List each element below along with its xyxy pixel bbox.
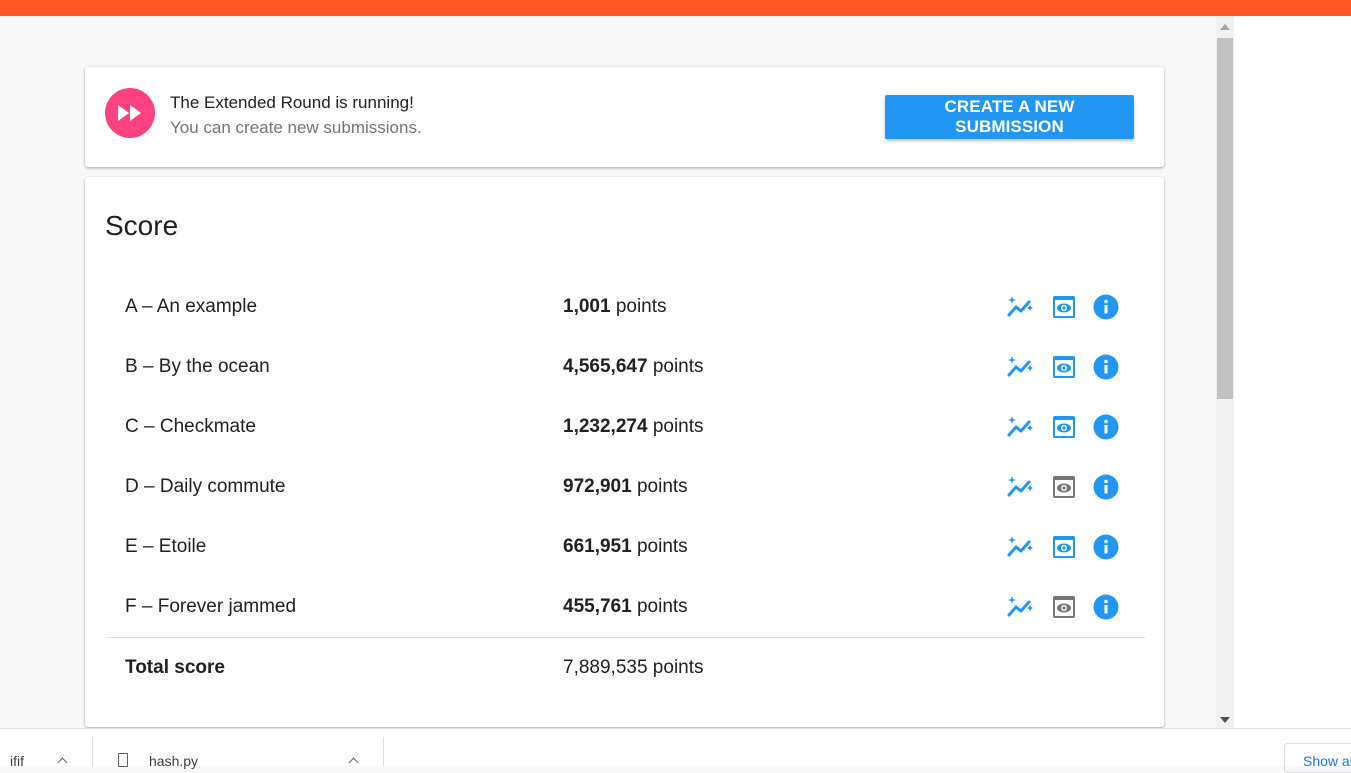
page-margin [1234,16,1351,728]
chart-sparkle-icon[interactable] [1007,353,1035,381]
eye-icon[interactable] [1050,353,1078,381]
info-icon[interactable] [1092,413,1120,441]
problem-name: C – Checkmate [125,416,256,437]
round-status-banner: The Extended Round is running! You can c… [85,67,1164,167]
chart-sparkle-icon[interactable] [1007,473,1035,501]
downloads-bar: ifif hash.py Show all [0,728,1351,773]
points-unit: points [636,536,688,557]
scroll-up-arrow[interactable] [1220,24,1230,30]
score-card: Score A – An example 1,001 points B – By t… [85,177,1164,727]
info-icon[interactable] [1092,293,1120,321]
eye-icon[interactable] [1050,533,1078,561]
top-accent-bar [0,0,1351,16]
score-row: F – Forever jammed 455,761 points [105,577,1145,637]
points-value: 661,951 [563,536,632,557]
chart-sparkle-icon[interactable] [1007,593,1035,621]
banner-title: The Extended Round is running! [170,93,414,112]
points-value: 1,001 [563,296,611,317]
chevron-up-icon[interactable] [348,757,359,768]
score-row: E – Etoile 661,951 points [105,517,1145,577]
points-unit: points [652,416,704,437]
info-icon[interactable] [1092,353,1120,381]
scrollbar-thumb[interactable] [1217,38,1233,399]
problem-points: 972,901 points [563,457,688,517]
points-value: 4,565,647 [563,356,648,377]
problem-name: D – Daily commute [125,476,286,497]
scroll-down-arrow[interactable] [1220,717,1230,723]
info-icon[interactable] [1092,473,1120,501]
chart-sparkle-icon[interactable] [1007,533,1035,561]
download-filename: hash.py [149,753,199,769]
points-value: 972,901 [563,476,632,497]
problem-points: 455,761 points [563,577,688,637]
chart-sparkle-icon[interactable] [1007,293,1035,321]
points-unit: points [636,596,688,617]
chevron-up-icon[interactable] [57,757,68,768]
page-viewport: The Extended Round is running! You can c… [0,16,1216,728]
eye-icon[interactable] [1050,593,1078,621]
problem-points: 4,565,647 points [563,337,704,397]
total-score-row: Total score 7,889,535 points [105,638,1145,698]
score-row: C – Checkmate 1,232,274 points [105,397,1145,457]
download-item[interactable]: ifif [0,729,92,769]
problem-points: 661,951 points [563,517,688,577]
problem-name: B – By the ocean [125,356,270,377]
score-title: Score [105,210,179,241]
show-all-downloads-button[interactable]: Show all [1284,743,1351,773]
points-unit: points [615,296,667,317]
points-unit: points [636,476,688,497]
banner-subtitle: You can create new submissions. [170,118,422,137]
info-icon[interactable] [1092,533,1120,561]
eye-icon[interactable] [1050,413,1078,441]
total-score-value: 7,889,535 points [563,657,704,678]
eye-icon[interactable] [1050,473,1078,501]
score-row: A – An example 1,001 points [105,277,1145,337]
points-unit: points [652,356,704,377]
create-submission-button[interactable]: CREATE A NEW SUBMISSION [885,95,1134,139]
score-row: D – Daily commute 972,901 points [105,457,1145,517]
problem-name: F – Forever jammed [125,596,297,617]
points-value: 455,761 [563,596,632,617]
total-score-label: Total score [125,657,225,678]
download-filename: ifif [10,753,24,769]
score-row: B – By the ocean 4,565,647 points [105,337,1145,397]
problem-points: 1,232,274 points [563,397,704,457]
problem-name: E – Etoile [125,536,207,557]
vertical-scrollbar[interactable] [1216,16,1234,728]
problem-points: 1,001 points [563,277,667,337]
fast-forward-icon [105,88,155,138]
info-icon[interactable] [1092,593,1120,621]
points-value: 1,232,274 [563,416,648,437]
download-item[interactable]: hash.py [93,729,383,769]
chart-sparkle-icon[interactable] [1007,413,1035,441]
download-separator [383,737,384,766]
problem-name: A – An example [125,296,258,317]
eye-icon[interactable] [1050,293,1078,321]
